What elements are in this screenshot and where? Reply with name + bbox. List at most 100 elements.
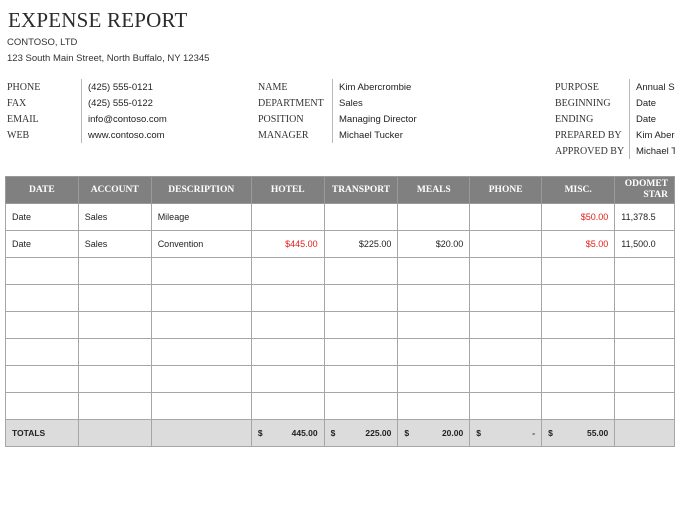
cell-account[interactable] bbox=[77, 311, 152, 339]
cell-odometer-start[interactable] bbox=[614, 284, 675, 312]
cell-meals[interactable] bbox=[397, 284, 471, 312]
cell-hotel[interactable] bbox=[250, 257, 325, 285]
cell-description[interactable] bbox=[150, 284, 252, 312]
totals-description-cell bbox=[150, 419, 252, 447]
cell-transport[interactable] bbox=[323, 257, 399, 285]
cell-transport[interactable] bbox=[323, 311, 399, 339]
cell-phone[interactable] bbox=[469, 203, 543, 231]
cell-meals[interactable] bbox=[397, 365, 471, 393]
cell-transport[interactable] bbox=[323, 338, 399, 366]
cell-misc[interactable] bbox=[541, 311, 616, 339]
email-value[interactable]: info@contoso.com bbox=[88, 114, 167, 125]
manager-value[interactable]: Michael Tucker bbox=[339, 130, 403, 141]
cell-phone[interactable] bbox=[469, 284, 543, 312]
cell-misc[interactable] bbox=[541, 257, 616, 285]
employee-info-block: NAME DEPARTMENT POSITION MANAGER Kim Abe… bbox=[258, 79, 417, 143]
cell-phone[interactable] bbox=[469, 311, 543, 339]
cell-description[interactable]: Convention bbox=[150, 230, 252, 258]
cell-misc[interactable] bbox=[541, 284, 616, 312]
cell-date[interactable] bbox=[5, 284, 79, 312]
cell-description[interactable] bbox=[150, 257, 252, 285]
cell-odometer-start[interactable] bbox=[614, 338, 675, 366]
cell-hotel[interactable] bbox=[250, 203, 325, 231]
cell-odometer-start[interactable] bbox=[614, 365, 675, 393]
col-header-meals[interactable]: MEALS bbox=[397, 176, 471, 204]
cell-transport[interactable] bbox=[323, 284, 399, 312]
fax-value[interactable]: (425) 555-0122 bbox=[88, 98, 153, 109]
web-label: WEB bbox=[7, 129, 30, 141]
beginning-value[interactable]: Date bbox=[636, 98, 656, 109]
department-value[interactable]: Sales bbox=[339, 98, 363, 109]
cell-phone[interactable] bbox=[469, 338, 543, 366]
cell-meals[interactable] bbox=[397, 203, 471, 231]
cell-meals[interactable] bbox=[397, 392, 471, 420]
currency-symbol: $ bbox=[257, 428, 263, 438]
cell-meals[interactable] bbox=[397, 311, 471, 339]
cell-phone[interactable] bbox=[469, 392, 543, 420]
cell-odometer-start[interactable]: 11,378.5 bbox=[614, 203, 675, 231]
cell-odometer-start[interactable] bbox=[614, 392, 675, 420]
cell-hotel[interactable] bbox=[250, 311, 325, 339]
cell-misc[interactable] bbox=[541, 365, 616, 393]
cell-description[interactable]: Mileage bbox=[150, 203, 252, 231]
col-header-phone[interactable]: PHONE bbox=[469, 176, 543, 204]
cell-description[interactable] bbox=[150, 311, 252, 339]
cell-hotel[interactable] bbox=[250, 338, 325, 366]
cell-transport[interactable] bbox=[323, 203, 399, 231]
cell-hotel[interactable] bbox=[250, 284, 325, 312]
cell-date[interactable] bbox=[5, 311, 79, 339]
cell-description[interactable] bbox=[150, 392, 252, 420]
cell-account[interactable] bbox=[77, 392, 152, 420]
cell-date[interactable]: Date bbox=[5, 203, 79, 231]
cell-misc[interactable]: $50.00 bbox=[541, 203, 616, 231]
cell-transport[interactable]: $225.00 bbox=[323, 230, 399, 258]
cell-odometer-start[interactable]: 11,500.0 bbox=[614, 230, 675, 258]
cell-meals[interactable] bbox=[397, 257, 471, 285]
phone-value[interactable]: (425) 555-0121 bbox=[88, 82, 153, 93]
cell-date[interactable] bbox=[5, 338, 79, 366]
cell-phone[interactable] bbox=[469, 230, 543, 258]
cell-phone[interactable] bbox=[469, 257, 543, 285]
col-header-misc[interactable]: MISC. bbox=[541, 176, 616, 204]
col-header-transport[interactable]: TRANSPORT bbox=[323, 176, 399, 204]
cell-meals[interactable] bbox=[397, 338, 471, 366]
cell-hotel[interactable]: $445.00 bbox=[250, 230, 325, 258]
cell-transport[interactable] bbox=[323, 392, 399, 420]
col-header-odometer-start[interactable]: ODOMET STAR bbox=[614, 176, 675, 204]
cell-hotel[interactable] bbox=[250, 392, 325, 420]
cell-date[interactable]: Date bbox=[5, 230, 79, 258]
col-header-hotel[interactable]: HOTEL bbox=[250, 176, 325, 204]
approved-by-value[interactable]: Michael T bbox=[636, 146, 675, 157]
cell-description[interactable] bbox=[150, 365, 252, 393]
cell-date[interactable] bbox=[5, 257, 79, 285]
cell-odometer-start[interactable] bbox=[614, 311, 675, 339]
cell-odometer-start[interactable] bbox=[614, 257, 675, 285]
col-header-account[interactable]: ACCOUNT bbox=[77, 176, 152, 204]
purpose-value[interactable]: Annual Sa bbox=[636, 82, 675, 93]
cell-account[interactable] bbox=[77, 284, 152, 312]
col-header-description[interactable]: DESCRIPTION bbox=[150, 176, 252, 204]
cell-account[interactable] bbox=[77, 365, 152, 393]
cell-hotel[interactable] bbox=[250, 365, 325, 393]
currency-symbol: $ bbox=[548, 428, 553, 438]
cell-account[interactable]: Sales bbox=[77, 230, 152, 258]
cell-date[interactable] bbox=[5, 365, 79, 393]
web-value[interactable]: www.contoso.com bbox=[88, 130, 165, 141]
cell-misc[interactable] bbox=[541, 392, 616, 420]
cell-misc[interactable] bbox=[541, 338, 616, 366]
col-header-date[interactable]: DATE bbox=[5, 176, 79, 204]
cell-account[interactable] bbox=[77, 338, 152, 366]
cell-phone[interactable] bbox=[469, 365, 543, 393]
position-value[interactable]: Managing Director bbox=[339, 114, 417, 125]
prepared-by-value[interactable]: Kim Aberc bbox=[636, 130, 675, 141]
cell-account[interactable] bbox=[77, 257, 152, 285]
cell-misc[interactable]: $5.00 bbox=[541, 230, 616, 258]
cell-account[interactable]: Sales bbox=[77, 203, 152, 231]
total-phone-amount: - bbox=[532, 428, 536, 438]
cell-date[interactable] bbox=[5, 392, 79, 420]
cell-meals[interactable]: $20.00 bbox=[397, 230, 471, 258]
ending-value[interactable]: Date bbox=[636, 114, 656, 125]
cell-description[interactable] bbox=[150, 338, 252, 366]
cell-transport[interactable] bbox=[323, 365, 399, 393]
name-value[interactable]: Kim Abercrombie bbox=[339, 82, 411, 93]
